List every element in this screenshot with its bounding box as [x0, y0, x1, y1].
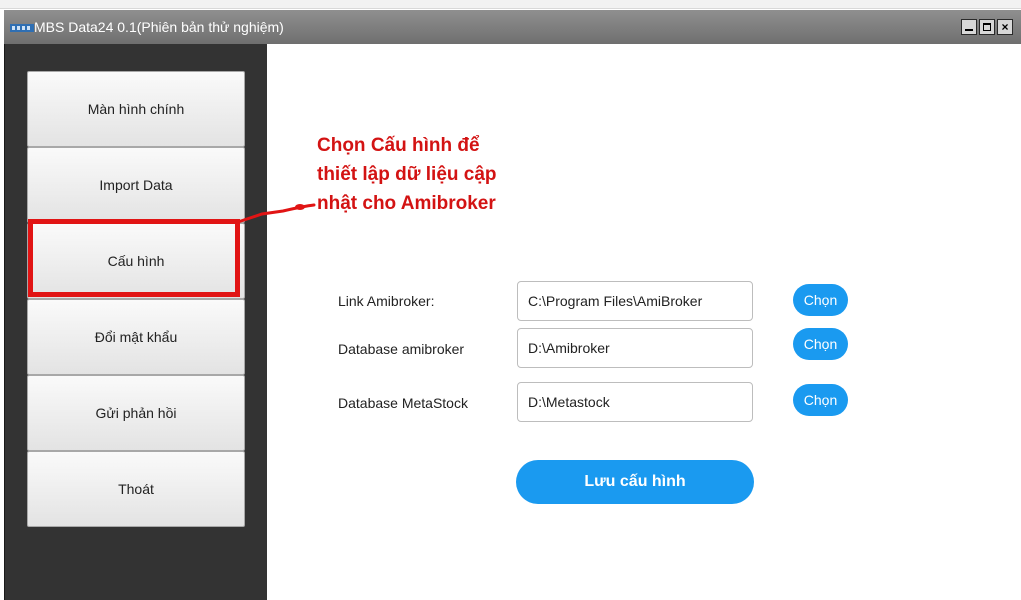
sidebar-item-label: Import Data: [99, 177, 173, 193]
link-amibroker-input[interactable]: [517, 281, 753, 321]
sidebar-item-change-password[interactable]: Đổi mật khẩu: [27, 299, 245, 375]
top-strip: [0, 0, 1021, 9]
annotation-text: Chọn Cấu hình để thiết lập dữ liệu cập n…: [317, 131, 497, 218]
sidebar-item-import-data[interactable]: Import Data: [27, 147, 245, 223]
choose-database-metastock-button[interactable]: Chọn: [793, 384, 848, 416]
highlight-box: [28, 219, 240, 297]
sidebar-item-label: Thoát: [118, 481, 154, 497]
close-icon: ×: [1001, 20, 1009, 34]
annotation-line: Chọn Cấu hình để: [317, 135, 480, 156]
database-amibroker-input[interactable]: [517, 328, 753, 368]
annotation-line: thiết lập dữ liệu cập: [317, 164, 497, 185]
database-metastock-label: Database MetaStock: [338, 395, 468, 411]
annotation-line: nhật cho Amibroker: [317, 193, 496, 214]
choose-database-amibroker-button[interactable]: Chọn: [793, 328, 848, 360]
maximize-icon: [983, 23, 991, 31]
sidebar-item-label: Màn hình chính: [87, 101, 185, 117]
title-bar: MBS Data24 0.1(Phiên bản thử nghiệm) ×: [4, 10, 1021, 44]
sidebar-item-exit[interactable]: Thoát: [27, 451, 245, 527]
close-button[interactable]: ×: [997, 19, 1013, 35]
app-icon: [10, 24, 34, 32]
minimize-icon: [965, 29, 973, 31]
sidebar-item-label: Đổi mật khẩu: [94, 329, 178, 345]
sidebar-item-main-screen[interactable]: Màn hình chính: [27, 71, 245, 147]
minimize-button[interactable]: [961, 19, 977, 35]
window-title: MBS Data24 0.1(Phiên bản thử nghiệm): [34, 19, 284, 35]
choose-link-amibroker-button[interactable]: Chọn: [793, 284, 848, 316]
sidebar-item-label: Gửi phản hồi: [95, 405, 177, 421]
database-amibroker-label: Database amibroker: [338, 341, 465, 357]
sidebar-item-send-feedback[interactable]: Gửi phản hồi: [27, 375, 245, 451]
maximize-button[interactable]: [979, 19, 995, 35]
database-metastock-input[interactable]: [517, 382, 753, 422]
link-amibroker-label: Link Amibroker:: [338, 293, 435, 309]
save-config-button[interactable]: Lưu cấu hình: [516, 460, 754, 504]
window-controls: ×: [961, 19, 1013, 35]
sidebar: Màn hình chính Import Data Cấu hình Đổi …: [4, 44, 267, 600]
